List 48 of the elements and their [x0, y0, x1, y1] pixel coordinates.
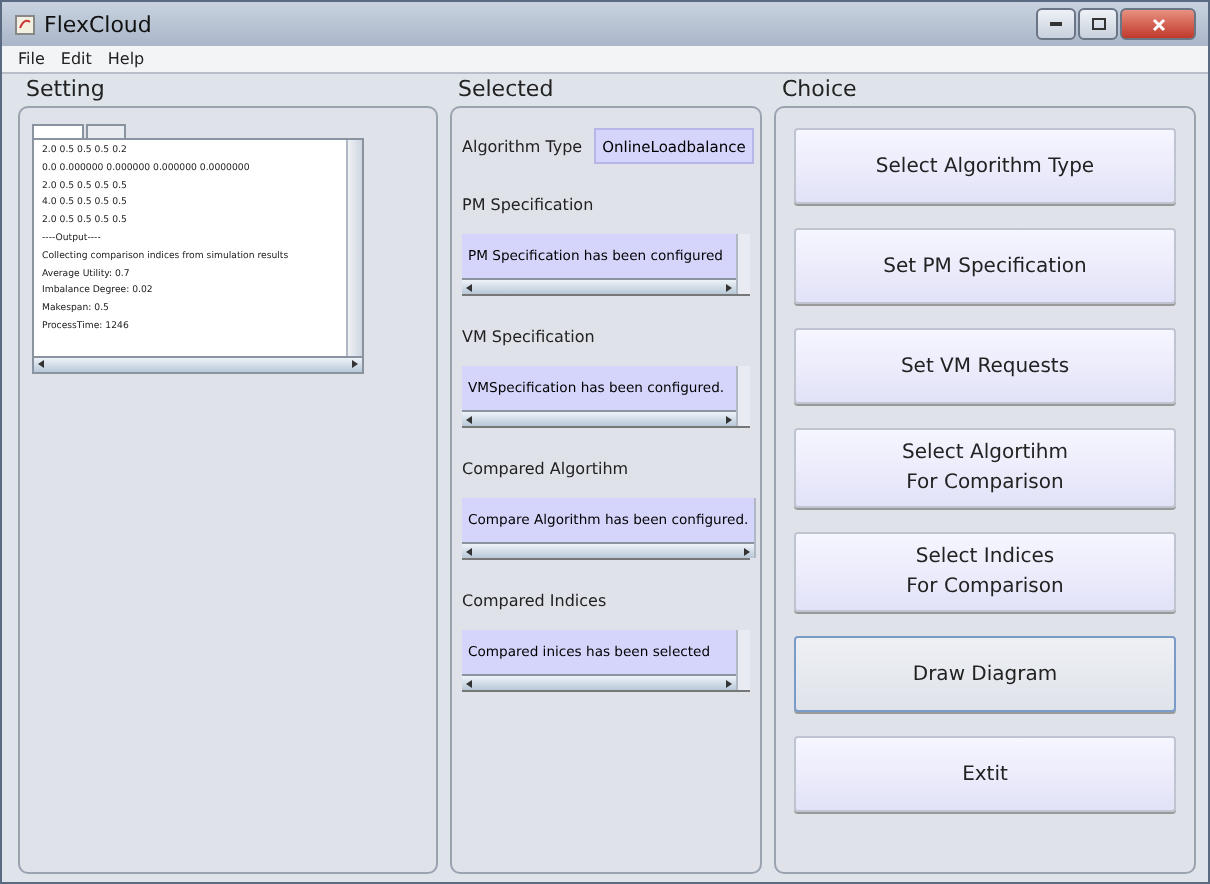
- maximize-button[interactable]: [1078, 8, 1118, 40]
- close-icon: [1151, 17, 1165, 31]
- scroll-right-icon[interactable]: [724, 283, 732, 291]
- scroll-left-icon[interactable]: [38, 360, 46, 369]
- vertical-scrollbar[interactable]: [754, 498, 757, 558]
- vertical-scrollbar[interactable]: [736, 630, 750, 690]
- horizontal-scrollbar[interactable]: [462, 278, 736, 294]
- scroll-left-icon[interactable]: [466, 283, 474, 291]
- section-label: PM Specification: [462, 196, 596, 214]
- app-icon: [14, 13, 36, 35]
- menu-item[interactable]: Edit: [60, 50, 92, 68]
- field-label: Algorithm Type: [462, 137, 583, 155]
- section-label: Compared Indices: [462, 592, 609, 610]
- vertical-scrollbar[interactable]: [736, 366, 750, 426]
- menu-item[interactable]: File: [18, 50, 45, 68]
- section-label: VM Specification: [462, 328, 597, 346]
- action-button[interactable]: Set PM Specification: [794, 228, 1176, 304]
- scroll-left-icon[interactable]: [466, 547, 474, 555]
- panel-heading: Setting: [24, 74, 107, 106]
- vertical-scrollbar[interactable]: [736, 234, 750, 294]
- horizontal-scrollbar[interactable]: [34, 355, 362, 372]
- scroll-right-icon[interactable]: [350, 360, 358, 369]
- vertical-scrollbar[interactable]: [346, 140, 362, 356]
- action-button[interactable]: Select Algorithm Type: [794, 128, 1176, 204]
- tab[interactable]: [86, 124, 126, 138]
- minimize-icon: [1050, 22, 1062, 26]
- scroll-right-icon[interactable]: [724, 679, 732, 687]
- horizontal-scrollbar[interactable]: [462, 542, 755, 558]
- scroll-right-icon[interactable]: [742, 547, 751, 555]
- close-button[interactable]: [1120, 8, 1196, 40]
- action-button[interactable]: Extit: [794, 736, 1176, 812]
- action-button[interactable]: Select Indices For Comparison: [794, 532, 1176, 612]
- scroll-left-icon[interactable]: [466, 415, 474, 423]
- panel-heading: Choice: [780, 74, 859, 106]
- tab[interactable]: [32, 124, 84, 138]
- window-title: FlexCloud: [44, 11, 152, 37]
- section-label: Compared Algortihm: [462, 460, 631, 478]
- panel-heading: Selected: [456, 74, 556, 106]
- menu-item[interactable]: Help: [107, 50, 145, 68]
- action-button[interactable]: Draw Diagram: [794, 636, 1176, 712]
- action-button[interactable]: Set VM Requests: [794, 328, 1176, 404]
- action-button[interactable]: Select Algortihm For Comparison: [794, 428, 1176, 508]
- scroll-left-icon[interactable]: [466, 679, 474, 687]
- minimize-button[interactable]: [1036, 8, 1076, 40]
- horizontal-scrollbar[interactable]: [462, 410, 736, 426]
- maximize-icon: [1091, 18, 1105, 30]
- scroll-right-icon[interactable]: [724, 415, 732, 423]
- horizontal-scrollbar[interactable]: [462, 674, 736, 690]
